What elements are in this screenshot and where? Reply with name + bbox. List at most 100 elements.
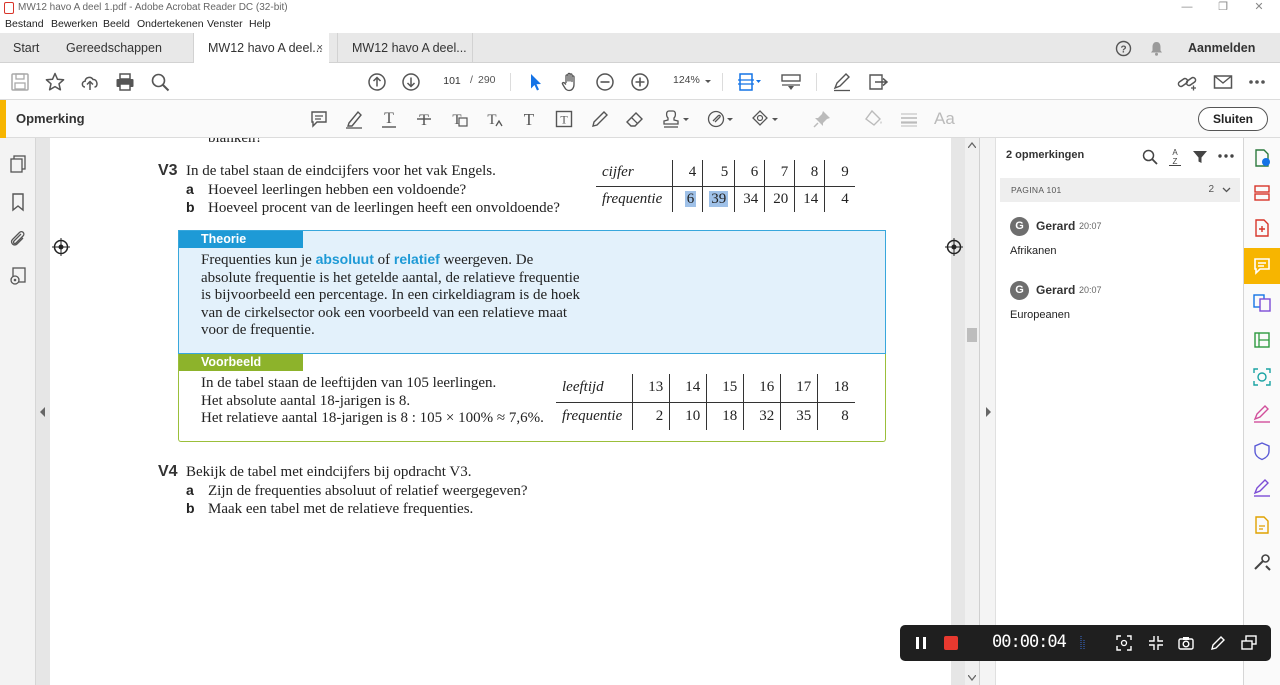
bookmark-star-icon[interactable]	[44, 71, 66, 93]
theory-line: voor de frequentie.	[201, 322, 315, 339]
window-switch-icon[interactable]	[1241, 635, 1257, 651]
restore-button[interactable]: ❐	[1206, 0, 1240, 17]
page-number-input[interactable]: 101	[437, 72, 467, 90]
highlighted-value[interactable]: 39	[709, 190, 729, 207]
menu-venster[interactable]: Venster	[207, 18, 243, 30]
scroll-up-icon[interactable]	[968, 142, 976, 148]
sign-in-link[interactable]: Aanmelden	[1188, 33, 1255, 63]
tab-document[interactable]: MW12 havo A deel...	[337, 33, 473, 63]
comments-page-group[interactable]: PAGINA 101 2	[1000, 178, 1240, 202]
save-icon[interactable]	[9, 71, 31, 93]
menu-help[interactable]: Help	[249, 18, 271, 30]
minimize-button[interactable]: —	[1170, 0, 1204, 17]
menu-bar: Bestand Bewerken Beeld Ondertekenen Vens…	[0, 17, 1280, 33]
replace-text-icon[interactable]: T	[449, 109, 469, 129]
menu-ondertekenen[interactable]: Ondertekenen	[137, 18, 204, 30]
highlighted-value[interactable]: 6	[684, 190, 697, 207]
email-icon[interactable]	[1212, 71, 1234, 93]
upload-cloud-icon[interactable]	[79, 71, 101, 93]
hand-tool-icon[interactable]	[559, 71, 581, 93]
send-for-signature-icon[interactable]	[867, 71, 889, 93]
highlight-pen-icon[interactable]	[344, 109, 364, 129]
insert-text-icon[interactable]: T	[484, 109, 504, 129]
zoom-dropdown-icon[interactable]	[702, 75, 714, 87]
collapse-left-panel-icon[interactable]	[39, 406, 47, 418]
menu-bestand[interactable]: Bestand	[5, 18, 44, 30]
share-link-icon[interactable]	[1176, 71, 1198, 93]
scan-ocr-icon[interactable]	[1252, 367, 1272, 387]
send-for-review-icon[interactable]	[1252, 515, 1272, 535]
edit-pdf-icon[interactable]	[1252, 330, 1272, 350]
pause-icon[interactable]	[914, 636, 928, 650]
create-pdf-icon[interactable]	[1252, 218, 1272, 238]
camera-icon[interactable]	[1178, 635, 1194, 651]
combine-files-icon[interactable]	[1252, 293, 1272, 313]
next-page-icon[interactable]	[400, 71, 422, 93]
pin-icon[interactable]	[812, 109, 832, 129]
zoom-in-icon[interactable]	[629, 71, 651, 93]
comments-more-options-icon[interactable]	[1217, 150, 1235, 162]
draw-pen-icon[interactable]	[1210, 635, 1226, 651]
more-tools-icon[interactable]	[1246, 71, 1268, 93]
capture-region-icon[interactable]	[1116, 635, 1132, 651]
menu-bewerken[interactable]: Bewerken	[51, 18, 98, 30]
collapse-panel-strip[interactable]	[980, 138, 996, 685]
draw-pencil-icon[interactable]	[590, 109, 610, 129]
left-navigation-rail	[0, 138, 36, 685]
tab-document-active[interactable]: MW12 havo A deel... ×	[193, 33, 329, 64]
subquestion-letter: b	[186, 199, 195, 215]
select-cursor-icon[interactable]	[524, 71, 546, 93]
sort-comments-icon[interactable]: AZ	[1168, 147, 1182, 167]
attachments-paperclip-icon[interactable]	[8, 229, 28, 249]
search-comments-icon[interactable]	[1141, 148, 1159, 166]
comment-tool-icon[interactable]	[1252, 256, 1272, 276]
fit-page-icon[interactable]	[736, 71, 761, 93]
sticky-note-icon[interactable]	[309, 109, 329, 129]
document-viewport[interactable]: blanken? V3 In de tabel staan de eindcij…	[36, 138, 965, 685]
attach-file-icon[interactable]	[706, 109, 733, 129]
document-properties-icon[interactable]	[8, 266, 28, 286]
search-icon[interactable]	[149, 71, 171, 93]
page-thumbnails-icon[interactable]	[8, 154, 28, 174]
chevron-down-icon[interactable]	[1222, 187, 1231, 193]
add-text-icon[interactable]: T	[519, 109, 539, 129]
request-signature-icon[interactable]	[1252, 478, 1272, 498]
scroll-down-icon[interactable]	[968, 675, 976, 681]
zoom-out-icon[interactable]	[594, 71, 616, 93]
scrolling-mode-icon[interactable]	[780, 71, 802, 93]
help-icon[interactable]: ?	[1115, 40, 1132, 57]
tab-gereedschappen[interactable]: Gereedschappen	[66, 33, 162, 63]
tab-close-icon[interactable]: ×	[317, 33, 323, 63]
menu-beeld[interactable]: Beeld	[103, 18, 130, 30]
collapse-right-panel-icon[interactable]	[984, 406, 992, 418]
text-box-icon[interactable]: T	[554, 109, 574, 129]
bookmarks-icon[interactable]	[8, 192, 28, 212]
tab-start[interactable]: Start	[13, 33, 39, 63]
previous-page-icon[interactable]	[366, 71, 388, 93]
print-icon[interactable]	[114, 71, 136, 93]
vertical-scrollbar[interactable]	[965, 138, 979, 685]
scrollbar-thumb[interactable]	[967, 328, 977, 342]
customize-tools-icon[interactable]	[1252, 552, 1272, 572]
stop-record-icon[interactable]	[944, 636, 958, 650]
strikethrough-text-icon[interactable]: T	[414, 109, 434, 129]
sign-pen-icon[interactable]	[831, 71, 853, 93]
shapes-icon[interactable]	[751, 109, 778, 129]
protect-shield-icon[interactable]	[1252, 441, 1272, 461]
stamp-icon[interactable]	[662, 109, 689, 129]
filter-comments-icon[interactable]	[1192, 149, 1208, 165]
minimize-recorder-icon[interactable]	[1148, 635, 1164, 651]
close-comment-button[interactable]: Sluiten	[1198, 107, 1268, 131]
close-window-button[interactable]: ✕	[1242, 0, 1276, 17]
eraser-icon[interactable]	[625, 109, 645, 129]
fill-sign-icon[interactable]	[1252, 404, 1272, 424]
underline-text-icon[interactable]: T	[379, 109, 399, 129]
font-size-button[interactable]: Aa	[934, 109, 958, 129]
fill-color-icon[interactable]	[864, 109, 884, 129]
notifications-bell-icon[interactable]	[1148, 40, 1165, 57]
export-pdf-icon[interactable]	[1252, 148, 1272, 168]
svg-text:A: A	[1172, 148, 1178, 157]
line-weight-icon[interactable]	[899, 109, 919, 129]
zoom-level[interactable]: 124%	[673, 74, 700, 86]
organize-pages-icon[interactable]	[1252, 183, 1272, 203]
